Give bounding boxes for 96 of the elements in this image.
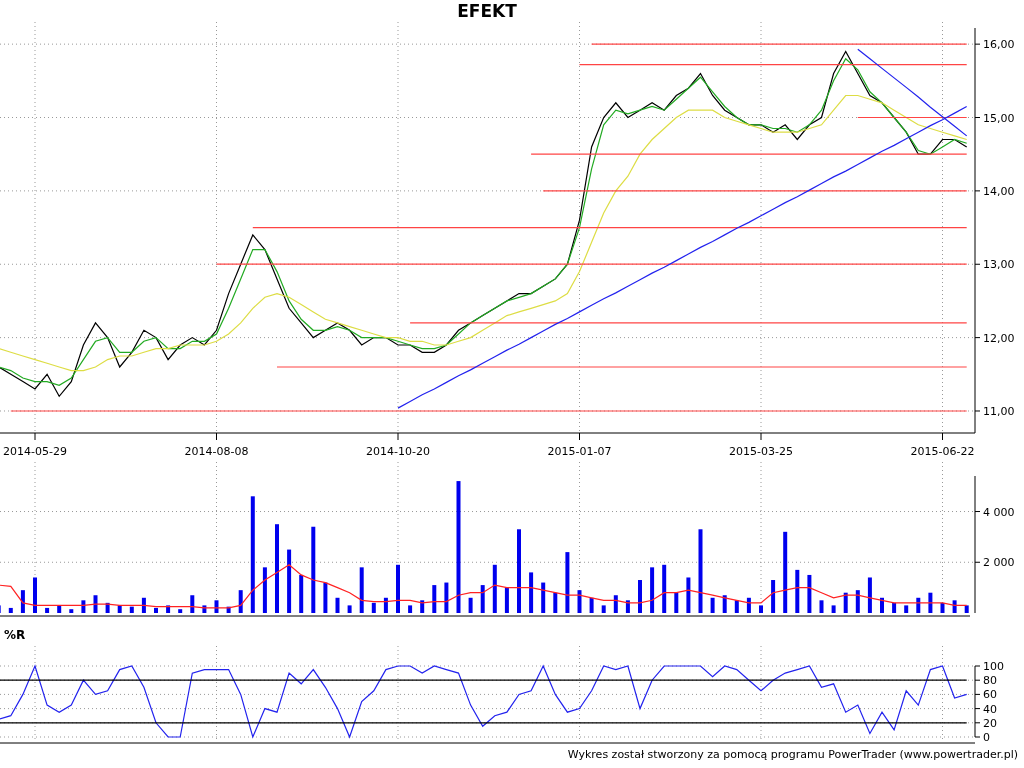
volume-bar [601, 605, 606, 613]
axis-label: 2 000 [983, 556, 1015, 570]
volume-bar [287, 549, 292, 613]
volume-bar [69, 609, 74, 613]
volume-bar [904, 605, 909, 613]
volume-bar [892, 602, 897, 613]
volume-bar [33, 577, 37, 613]
volume-bar [916, 597, 921, 613]
volume-bar [952, 600, 957, 613]
volume-bar [444, 582, 449, 613]
volume-bar [964, 605, 969, 613]
volume-bar [383, 597, 388, 613]
volume-bar [371, 602, 376, 613]
volume-bar [190, 595, 195, 613]
volume-bar [141, 597, 146, 613]
axis-label: 2015-03-25 [729, 445, 793, 458]
volume-bar [57, 605, 62, 613]
volume-bar [178, 609, 183, 613]
volume-bar [674, 592, 679, 613]
volume-bar [468, 597, 473, 613]
volume-bar [8, 607, 13, 613]
axis-label: 0 [983, 731, 990, 744]
volume-bar [734, 600, 739, 613]
volume-bar [759, 605, 763, 613]
volume-bar [129, 606, 134, 613]
axis-label: 4 000 [983, 505, 1015, 519]
axis-label: 12,00 [983, 331, 1015, 345]
volume-bar [843, 592, 848, 613]
axis-label: 60 [983, 688, 997, 702]
axis-label: 2015-01-07 [547, 445, 612, 458]
volume-bar [867, 577, 872, 613]
volume-bar [771, 580, 776, 613]
volume-bar [807, 574, 812, 613]
axis-label: 16,00 [983, 38, 1015, 52]
axis-label: 2014-05-29 [3, 445, 67, 458]
volume-bar [396, 564, 400, 613]
volume-bar [93, 595, 98, 613]
volume-bar [335, 597, 340, 613]
volume-bar [795, 569, 800, 613]
volume-bar [117, 605, 122, 613]
volume-bar [710, 597, 715, 613]
volume-bar [541, 582, 546, 613]
axis-label: 100 [983, 660, 1004, 673]
volume-bar [650, 567, 655, 613]
volume-bar [880, 597, 884, 613]
axis-label: 40 [983, 702, 997, 716]
volume-bar [819, 600, 824, 613]
footer-text: Wykres został stworzony za pomocą programu PowerTrader (www.powertrader.pl) [567, 748, 1019, 761]
volume-bar [589, 597, 594, 613]
volume-bar [214, 600, 219, 613]
volume-bar [831, 605, 836, 613]
volume-bar [323, 582, 328, 613]
chart-title: EFEKT [457, 0, 517, 22]
volume-bar [359, 567, 364, 613]
axis-label: 80 [983, 674, 997, 688]
volume-bar [553, 592, 558, 613]
axis-label: 2014-08-08 [184, 445, 249, 458]
volume-bar [226, 606, 231, 613]
volume-bar [154, 607, 158, 613]
axis-label: 20 [983, 716, 997, 730]
volume-bar [686, 577, 691, 613]
volume-bar [625, 600, 630, 613]
axis-label: 15,00 [983, 111, 1015, 125]
volume-bar [432, 585, 437, 613]
volume-bar [20, 590, 25, 613]
volume-bar [262, 567, 267, 613]
volume-bar [105, 602, 110, 613]
axis-label: 13,00 [983, 258, 1015, 272]
volume-bar [347, 605, 352, 613]
axis-label: 2015-06-22 [910, 445, 975, 458]
volume-bar [529, 572, 534, 613]
volume-bar [613, 595, 618, 613]
axis-label: 2014-10-20 [366, 445, 430, 458]
volume-bar [855, 590, 860, 613]
volume-bar [638, 580, 642, 613]
volume-bar [166, 605, 171, 613]
volume-bar [480, 585, 485, 613]
volume-bar [722, 595, 727, 613]
volume-bar [662, 564, 667, 613]
volume-bar [565, 552, 570, 613]
axis-label: 14,00 [983, 184, 1015, 198]
volume-bar [940, 602, 945, 613]
volume-bar [746, 597, 751, 613]
volume-bar [420, 600, 425, 613]
volume-bar [238, 590, 243, 613]
volume-bar [504, 587, 509, 613]
volume-bar [408, 605, 413, 613]
indicator-label: %R [3, 627, 27, 644]
volume-bar [81, 600, 86, 613]
axis-label: 11,00 [983, 405, 1015, 418]
volume-bar [492, 564, 497, 613]
volume-bar [202, 605, 207, 613]
volume-bar [299, 574, 304, 613]
volume-bar [45, 607, 50, 613]
volume-bar [928, 592, 933, 613]
volume-bar [577, 590, 582, 613]
